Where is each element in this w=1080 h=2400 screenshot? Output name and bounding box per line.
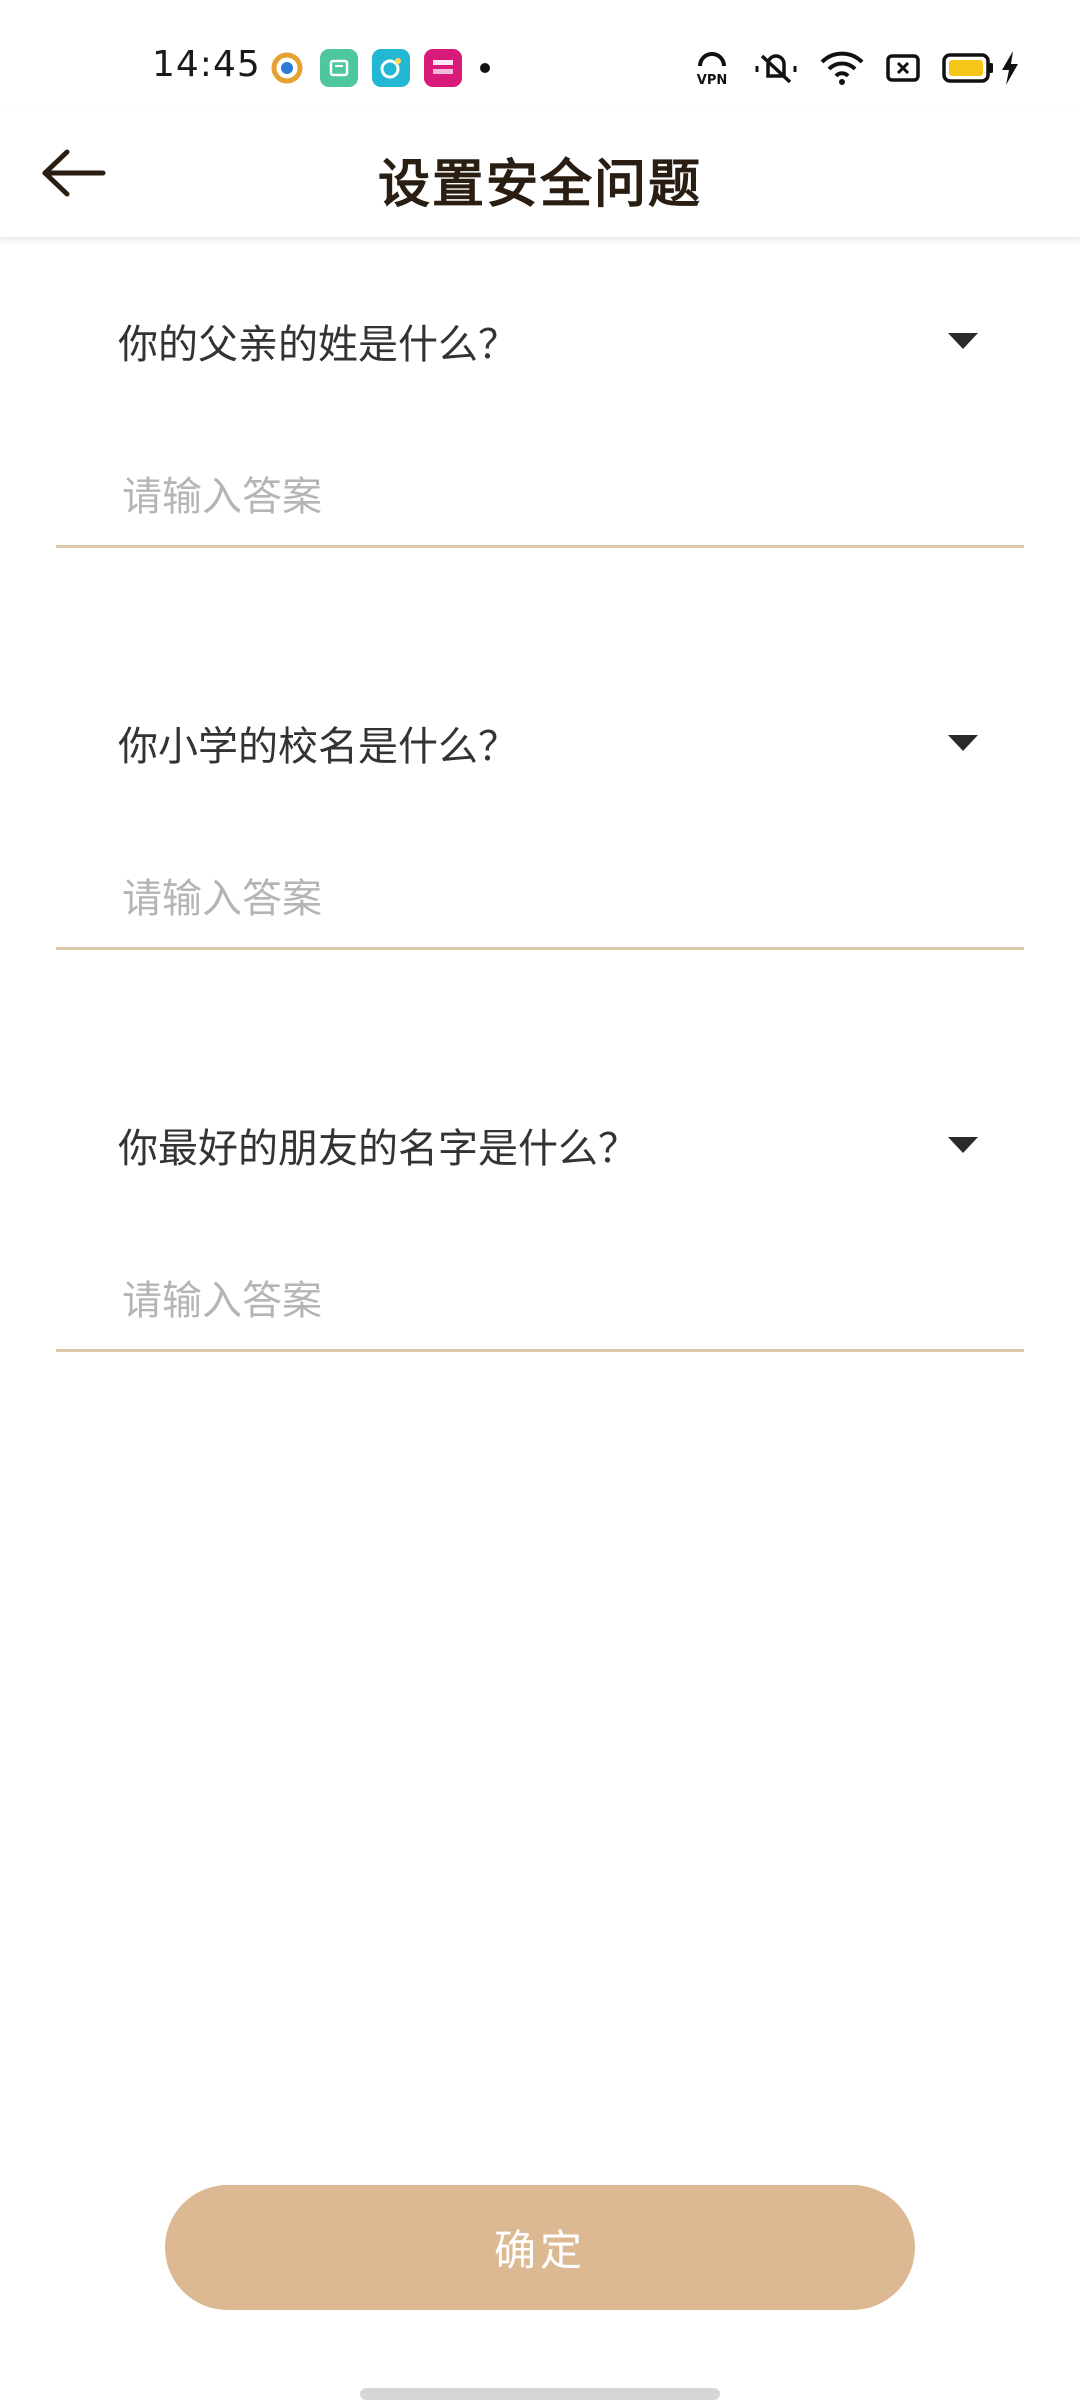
question-text-1: 你的父亲的姓是什么？: [118, 322, 518, 368]
svg-text:VPN: VPN: [697, 73, 727, 88]
status-bar: 14:45 VPN: [0, 0, 1080, 108]
camera-app-icon: [268, 49, 306, 87]
chat-app-icon: [372, 49, 410, 87]
more-notifications-dot: [480, 63, 490, 73]
notification-icons: [268, 48, 490, 88]
page-title: 设置安全问题: [377, 155, 702, 215]
dropdown-caret-icon: [948, 735, 978, 751]
confirm-button[interactable]: 确定: [165, 2185, 915, 2310]
answer-input-3[interactable]: [56, 1252, 1024, 1352]
sim-icon: [886, 49, 920, 87]
system-icons: VPN: [692, 46, 1020, 90]
promo-app-icon: [424, 49, 462, 87]
battery-icon: [942, 49, 994, 87]
vpn-icon: VPN: [692, 49, 732, 88]
question-select-3[interactable]: 你最好的朋友的名字是什么？: [118, 1100, 998, 1190]
question-select-1[interactable]: 你的父亲的姓是什么？: [118, 296, 998, 386]
question-select-2[interactable]: 你小学的校名是什么？: [118, 698, 998, 788]
wifi-icon: [820, 49, 864, 87]
question-text-3: 你最好的朋友的名字是什么？: [118, 1126, 638, 1172]
app-bar: 设置安全问题: [0, 108, 1080, 238]
home-indicator[interactable]: [360, 2388, 720, 2400]
question-text-2: 你小学的校名是什么？: [118, 724, 518, 770]
dropdown-caret-icon: [948, 333, 978, 349]
answer-input-1[interactable]: [56, 448, 1024, 548]
status-time: 14:45: [152, 44, 261, 85]
store-app-icon: [320, 49, 358, 87]
dropdown-caret-icon: [948, 1137, 978, 1153]
mute-icon: [754, 49, 798, 87]
charging-icon: [1000, 49, 1020, 87]
answer-input-2[interactable]: [56, 850, 1024, 950]
